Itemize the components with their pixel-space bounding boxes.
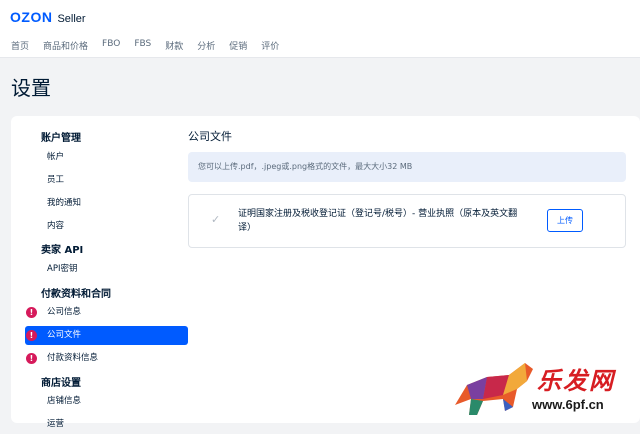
sidebar-item-notifications[interactable]: 我的通知	[25, 194, 188, 213]
sidebar-item-label: 员工	[47, 175, 65, 185]
sidebar-item-employees[interactable]: 员工	[25, 171, 188, 190]
nav-fbs[interactable]: FBS	[134, 39, 151, 52]
ozon-seller-logo[interactable]: OZON Seller	[10, 9, 86, 25]
sidebar-item-company-info[interactable]: ! 公司信息	[25, 303, 188, 322]
section-payment-contracts: 付款资料和合同	[41, 289, 111, 300]
nav-products-prices[interactable]: 商品和价格	[43, 39, 88, 52]
sidebar-item-store-info[interactable]: 店铺信息	[25, 392, 188, 411]
sidebar-item-label: 运营	[47, 419, 65, 429]
sidebar-item-label: 店铺信息	[47, 396, 82, 406]
document-label: 证明国家注册及税收登记证（登记号/税号）- 营业执照（原本及英文翻译）	[238, 209, 518, 233]
sidebar-item-company-documents[interactable]: ! 公司文件	[25, 326, 188, 345]
section-store-settings: 商店设置	[41, 378, 81, 389]
watermark-text: 乐发网	[537, 366, 615, 395]
top-bar: OZON Seller 首页 商品和价格 FBO FBS 财款 分析 促销 评价	[0, 0, 640, 58]
warning-icon: !	[26, 353, 37, 364]
upload-info-banner: 您可以上传.pdf，.jpeg或.png格式的文件，最大大小32 MB	[188, 152, 626, 182]
check-icon: ✓	[211, 213, 221, 226]
sidebar-item-label: 付款资料信息	[47, 353, 99, 363]
nav-reviews[interactable]: 评价	[261, 39, 279, 52]
page-title: 设置	[11, 76, 51, 100]
nav-home[interactable]: 首页	[11, 39, 29, 52]
bull-icon	[455, 363, 533, 415]
document-card: ✓ 证明国家注册及税收登记证（登记号/税号）- 营业执照（原本及英文翻译） 上传	[188, 194, 626, 248]
brand-name: OZON	[10, 9, 53, 25]
sidebar-item-label: 帐户	[47, 152, 65, 162]
warning-icon: !	[26, 330, 37, 341]
nav-finance[interactable]: 财款	[165, 39, 183, 52]
nav-analytics[interactable]: 分析	[197, 39, 215, 52]
watermark-url: www.6pf.cn	[532, 397, 604, 412]
sidebar-item-api-keys[interactable]: API密钥	[25, 260, 188, 279]
upload-button[interactable]: 上传	[547, 209, 583, 232]
section-account-management: 账户管理	[41, 133, 81, 144]
section-seller-api: 卖家 API	[41, 245, 84, 256]
sidebar-item-operations[interactable]: 运营	[25, 415, 188, 434]
nav-fbo[interactable]: FBO	[102, 39, 120, 52]
sidebar-item-account[interactable]: 帐户	[25, 148, 188, 167]
sidebar-item-payment-info[interactable]: ! 付款资料信息	[25, 349, 188, 368]
brand-product: Seller	[57, 13, 86, 25]
main-nav: 首页 商品和价格 FBO FBS 财款 分析 促销 评价	[11, 39, 293, 52]
watermark-logo: 乐发网 www.6pf.cn	[447, 355, 640, 423]
nav-promotions[interactable]: 促销	[229, 39, 247, 52]
sidebar-item-content[interactable]: 内容	[25, 217, 188, 236]
sidebar-item-label: 我的通知	[47, 198, 82, 208]
warning-icon: !	[26, 307, 37, 318]
sidebar-item-label: API密钥	[47, 264, 78, 274]
sidebar-item-label: 公司信息	[47, 307, 82, 317]
sidebar-item-label: 公司文件	[47, 330, 82, 340]
section-title: 公司文件	[188, 130, 232, 143]
sidebar-item-label: 内容	[47, 221, 65, 231]
